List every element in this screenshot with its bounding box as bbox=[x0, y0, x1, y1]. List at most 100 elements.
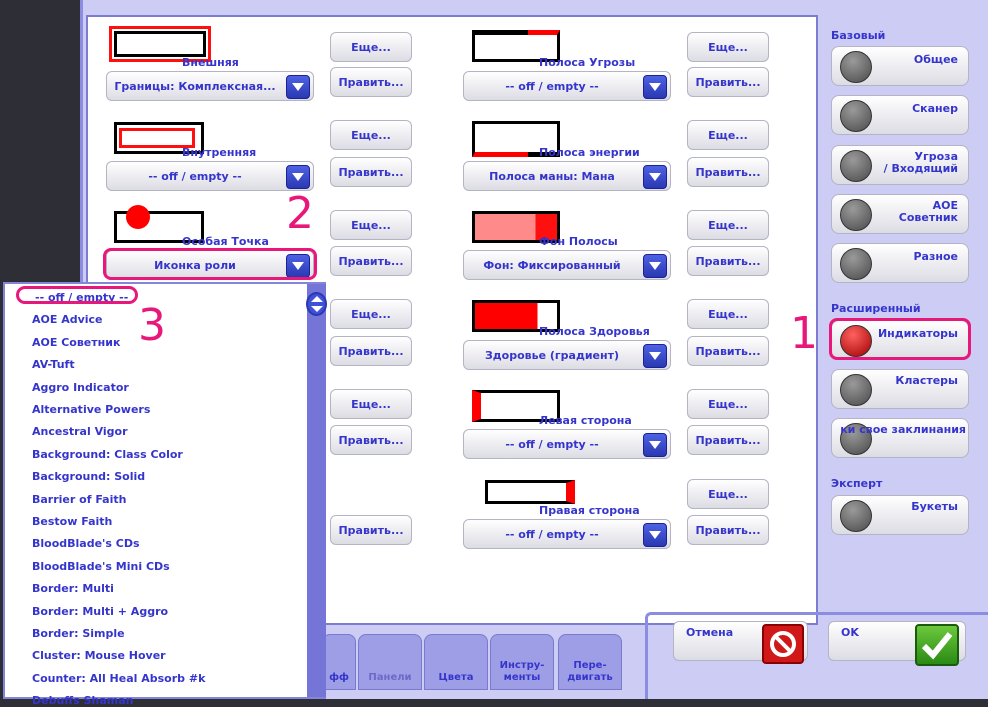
sidebar-item-clusters[interactable]: Кластеры bbox=[831, 369, 969, 409]
list-item[interactable]: Background: Solid bbox=[32, 470, 145, 483]
tab-tools[interactable]: Инстру- менты bbox=[490, 634, 554, 690]
list-item[interactable]: Border: Multi bbox=[32, 582, 114, 595]
list-item[interactable]: Bestow Faith bbox=[32, 515, 112, 528]
annotation-number-2: 2 bbox=[286, 188, 314, 239]
right-label-1: Полоса энергии bbox=[539, 146, 640, 159]
right-more-button-0[interactable]: Еще... bbox=[687, 32, 769, 62]
list-item[interactable]: AOE Advice bbox=[32, 313, 103, 326]
knob-icon bbox=[840, 150, 872, 182]
right-label-5: Правая сторона bbox=[539, 504, 640, 517]
chevron-down-icon[interactable] bbox=[286, 75, 310, 99]
left-more-button-0[interactable]: Еще... bbox=[330, 32, 412, 62]
section-expert-title: Эксперт bbox=[831, 477, 883, 490]
list-item[interactable]: Counter: All Heal Absorb #k bbox=[32, 672, 205, 685]
knob-icon bbox=[840, 199, 872, 231]
tab-move[interactable]: Пере- двигать bbox=[558, 634, 622, 690]
preview-right-side bbox=[485, 480, 575, 504]
list-item[interactable]: Aggro Indicator bbox=[32, 381, 129, 394]
left-dropdown-0[interactable]: Границы: Комплексная... bbox=[106, 71, 314, 101]
scroll-arrows-icon[interactable] bbox=[306, 292, 327, 316]
sidebar-item-threat[interactable]: Угроза / Входящий bbox=[831, 145, 969, 185]
knob-icon bbox=[840, 500, 872, 532]
right-label-4: Левая сторона bbox=[539, 414, 632, 427]
chevron-down-icon[interactable] bbox=[643, 254, 667, 278]
left-edit-button-2[interactable]: Править... bbox=[330, 246, 412, 276]
right-more-button-1[interactable]: Еще... bbox=[687, 120, 769, 150]
left-edit-button-4[interactable]: Править... bbox=[330, 425, 412, 455]
list-item[interactable]: Alternative Powers bbox=[32, 403, 150, 416]
right-more-button-3[interactable]: Еще... bbox=[687, 299, 769, 329]
tab-buffs[interactable]: фф bbox=[322, 634, 356, 690]
left-edit-button-3[interactable]: Править... bbox=[330, 336, 412, 366]
right-dropdown-4[interactable]: -- off / empty -- bbox=[463, 429, 671, 459]
list-item[interactable]: BloodBlade's CDs bbox=[32, 537, 140, 550]
right-label-2: Фон Полосы bbox=[539, 235, 618, 248]
chevron-down-icon[interactable] bbox=[643, 523, 667, 547]
right-dropdown-0[interactable]: -- off / empty -- bbox=[463, 71, 671, 101]
sidebar-item-general[interactable]: Общее bbox=[831, 46, 969, 86]
preview-inner-red bbox=[119, 128, 195, 148]
chevron-down-icon[interactable] bbox=[286, 165, 310, 189]
chevron-down-icon[interactable] bbox=[643, 165, 667, 189]
scrollbar[interactable] bbox=[306, 284, 327, 697]
list-item[interactable]: BloodBlade's Mini CDs bbox=[32, 560, 170, 573]
right-edit-button-4[interactable]: Править... bbox=[687, 425, 769, 455]
tab-panels[interactable]: Панели bbox=[358, 634, 422, 690]
left-more-button-3[interactable]: Еще... bbox=[330, 299, 412, 329]
sidebar-item-spells[interactable]: ки свое заклинания bbox=[831, 418, 969, 458]
preview-threat-black bbox=[472, 30, 528, 35]
knob-icon bbox=[840, 51, 872, 83]
annotation-number-1: 1 bbox=[790, 308, 818, 359]
left-more-button-4[interactable]: Еще... bbox=[330, 389, 412, 419]
list-item[interactable]: Background: Class Color bbox=[32, 448, 183, 461]
left-label-2: Особая Точка bbox=[182, 235, 269, 248]
preview-special-dot bbox=[126, 205, 150, 229]
left-more-button-2[interactable]: Еще... bbox=[330, 210, 412, 240]
right-edit-button-5[interactable]: Править... bbox=[687, 515, 769, 545]
right-more-button-5[interactable]: Еще... bbox=[687, 479, 769, 509]
right-edit-button-0[interactable]: Править... bbox=[687, 67, 769, 97]
annotation-number-3: 3 bbox=[138, 300, 166, 351]
right-label-0: Полоса Угрозы bbox=[539, 56, 636, 69]
right-dropdown-2[interactable]: Фон: Фиксированный bbox=[463, 250, 671, 280]
sidebar-item-buffs[interactable]: Букеты bbox=[831, 495, 969, 535]
left-edit-button-1[interactable]: Править... bbox=[330, 157, 412, 187]
list-item[interactable]: Border: Simple bbox=[32, 627, 125, 640]
sidebar-item-aoe[interactable]: AOE Советник bbox=[831, 194, 969, 234]
list-item[interactable]: Debuffs Shaman bbox=[32, 694, 133, 707]
right-edit-button-2[interactable]: Править... bbox=[687, 246, 769, 276]
right-dropdown-1[interactable]: Полоса маны: Мана bbox=[463, 161, 671, 191]
chevron-down-icon[interactable] bbox=[643, 433, 667, 457]
section-basic-title: Базовый bbox=[831, 29, 886, 42]
right-edit-button-3[interactable]: Править... bbox=[687, 336, 769, 366]
section-advanced-title: Расширенный bbox=[831, 302, 921, 315]
chevron-down-icon[interactable] bbox=[643, 75, 667, 99]
preview-outer-inner bbox=[114, 31, 206, 57]
left-edit-button-0[interactable]: Править... bbox=[330, 67, 412, 97]
sidebar-item-misc[interactable]: Разное bbox=[831, 243, 969, 283]
cancel-button[interactable]: Отмена bbox=[673, 621, 808, 664]
ok-button[interactable]: OK bbox=[828, 621, 966, 666]
right-more-button-4[interactable]: Еще... bbox=[687, 389, 769, 419]
list-item[interactable]: Barrier of Faith bbox=[32, 493, 126, 506]
right-dropdown-5[interactable]: -- off / empty -- bbox=[463, 519, 671, 549]
left-more-button-1[interactable]: Еще... bbox=[330, 120, 412, 150]
right-label-3: Полоса Здоровья bbox=[539, 325, 650, 338]
left-edit-button-5[interactable]: Править... bbox=[330, 515, 412, 545]
left-dropdown-1[interactable]: -- off / empty -- bbox=[106, 161, 314, 191]
list-item[interactable]: AOE Советник bbox=[32, 336, 120, 349]
right-edit-button-1[interactable]: Править... bbox=[687, 157, 769, 187]
chevron-down-icon[interactable] bbox=[643, 344, 667, 368]
list-item[interactable]: Border: Multi + Aggro bbox=[32, 605, 168, 618]
cancel-icon bbox=[762, 624, 804, 664]
sidebar-item-scanner[interactable]: Сканер bbox=[831, 95, 969, 135]
list-item[interactable]: Ancestral Vigor bbox=[32, 425, 128, 438]
tab-colors[interactable]: Цвета bbox=[424, 634, 488, 690]
left-label-0: Внешняя bbox=[182, 56, 239, 69]
right-dropdown-3[interactable]: Здоровье (градиент) bbox=[463, 340, 671, 370]
annotation-box-1 bbox=[829, 318, 971, 360]
list-item[interactable]: AV-Tuft bbox=[32, 358, 75, 371]
checkmark-icon bbox=[915, 624, 959, 666]
right-more-button-2[interactable]: Еще... bbox=[687, 210, 769, 240]
list-item[interactable]: Cluster: Mouse Hover bbox=[32, 649, 166, 662]
